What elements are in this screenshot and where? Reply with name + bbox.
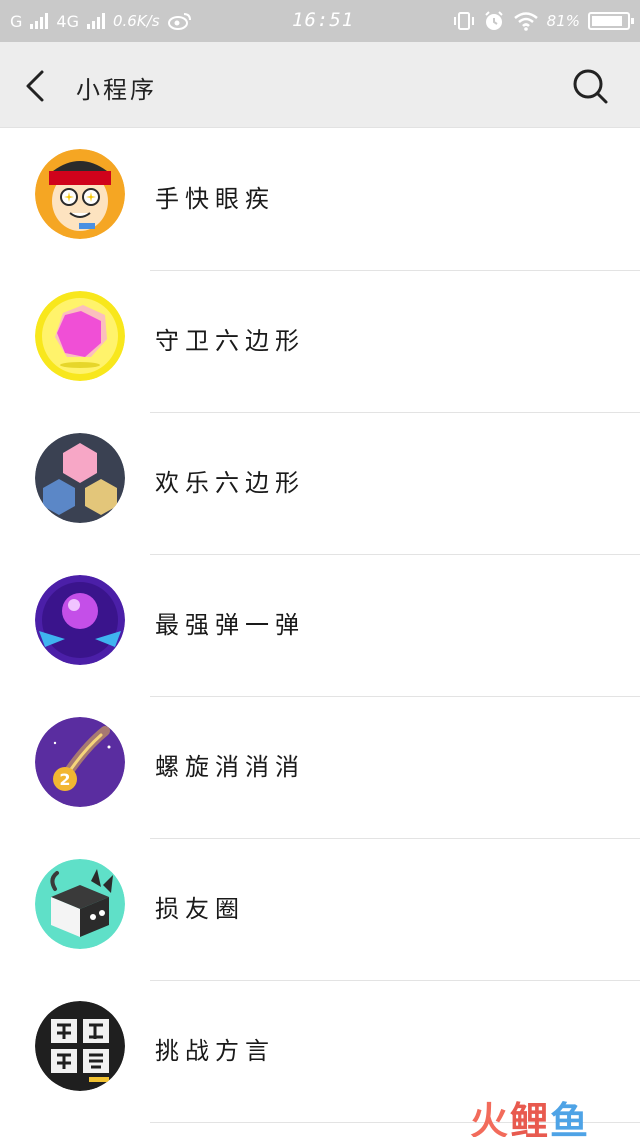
status-bar-right: 81% <box>453 10 634 32</box>
search-icon <box>573 69 608 104</box>
net-speed: 0.6K/s <box>112 12 160 30</box>
item-label: 挑战方言 <box>155 1037 275 1065</box>
list-item[interactable]: 损友圈 <box>0 839 640 981</box>
page-title: 小程序 <box>76 76 157 104</box>
three-hexagons-avatar <box>35 433 125 523</box>
list-item[interactable]: 手快眼疾 <box>0 129 640 271</box>
vibrate-icon <box>453 12 474 30</box>
spiral-comet-avatar: 2 <box>35 717 125 807</box>
pink-hexagon-avatar <box>35 291 125 381</box>
search-button[interactable] <box>568 64 612 108</box>
cat-cube-avatar <box>35 859 125 949</box>
item-label: 最强弹一弹 <box>155 611 305 639</box>
status-time: 16:51 <box>292 9 355 31</box>
status-bar-left: G 4G 0.6K/s <box>10 11 192 31</box>
battery-icon <box>588 12 634 30</box>
alarm-icon <box>484 11 503 30</box>
svg-text:2: 2 <box>59 770 70 789</box>
signal-icon-2 <box>86 13 105 29</box>
network-type-label: 4G <box>56 11 79 31</box>
item-label: 螺旋消消消 <box>155 753 305 781</box>
watermark-char-3: 鱼 <box>550 1099 591 1137</box>
cartoon-face-avatar <box>35 149 125 239</box>
list-item[interactable]: 欢乐六边形 <box>0 413 640 555</box>
back-button[interactable] <box>18 66 58 106</box>
item-label: 手快眼疾 <box>155 185 275 213</box>
watermark-char-1: 火 <box>470 1099 511 1137</box>
list-item[interactable]: 最强弹一弹 <box>0 555 640 697</box>
item-label: 欢乐六边形 <box>155 469 305 497</box>
carrier-label: G <box>10 11 23 31</box>
list-item[interactable]: 2 螺旋消消消 <box>0 697 640 839</box>
dialect-challenge-avatar <box>35 1001 125 1091</box>
battery-percent: 81% <box>546 12 580 30</box>
weibo-icon <box>167 13 191 30</box>
signal-icon <box>30 13 49 29</box>
purple-ball-avatar <box>35 575 125 665</box>
mini-program-list: 手快眼疾 守卫六边形 欢乐六边形 最强弹一弹 2 螺旋消消消 损友圈 挑战方言 <box>0 129 640 1123</box>
status-bar: G 4G 0.6K/s 16:51 81% <box>0 0 640 42</box>
title-bar: 小程序 <box>0 42 640 128</box>
item-label: 损友圈 <box>155 895 245 923</box>
list-item[interactable]: 守卫六边形 <box>0 271 640 413</box>
watermark-char-2: 鲤 <box>510 1099 551 1137</box>
wifi-icon <box>513 12 538 31</box>
chevron-left-icon <box>26 70 44 102</box>
watermark-logo: 火鲤鱼 <box>470 1090 590 1137</box>
item-label: 守卫六边形 <box>155 327 305 355</box>
